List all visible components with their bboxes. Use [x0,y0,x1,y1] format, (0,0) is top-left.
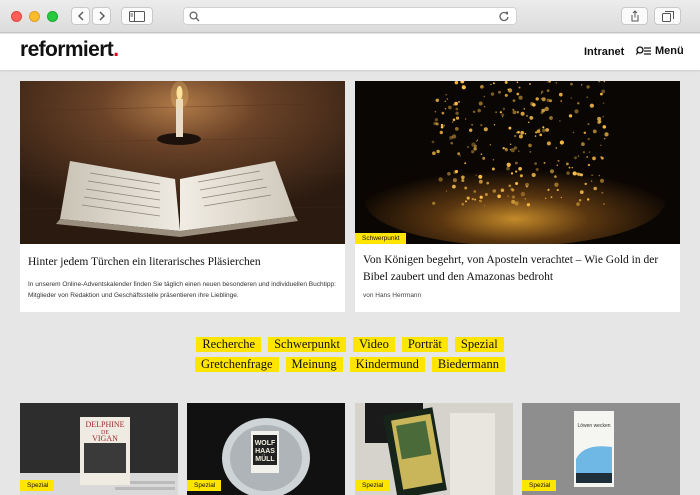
category-chip-gretchenfrage[interactable]: Gretchenfrage [195,357,279,372]
zoom-window-button[interactable] [47,11,58,22]
featured-article-card[interactable]: Hinter jedem Türchen ein literarisches P… [20,81,345,312]
tabs-overview-button[interactable] [654,7,681,25]
nav-menu-button[interactable]: Menü [636,45,684,57]
article-title[interactable]: Von Königen begehrt, von Aposteln verach… [363,252,670,285]
article-thumbnail[interactable]: Löwen wecken Spezial [522,403,680,495]
category-tag[interactable]: Spezial [355,480,390,491]
nav-intranet-link[interactable]: Intranet [584,46,624,58]
article-author: von Hans Herrmann [363,292,422,299]
tabs-icon [661,10,674,22]
share-button[interactable] [621,7,648,25]
book-title-line: MÜLL [255,454,275,463]
forward-button[interactable] [92,7,111,25]
article-thumbnail[interactable]: Spezial [355,403,513,495]
browser-toolbar [0,0,700,33]
article-teaser: In unserem Online-Adventskalender finden… [28,281,336,300]
article-image: Schwerpunkt [355,81,680,244]
article-thumbnail[interactable]: WOLF HAAS MÜLL Spezial [187,403,345,495]
article-title[interactable]: Hinter jedem Türchen ein literarisches P… [28,254,335,271]
menu-label: Menü [655,45,684,57]
category-chip-spezial[interactable]: Spezial [454,337,504,352]
article-image [20,81,345,244]
search-menu-icon [636,45,651,55]
featured-article-card[interactable]: Schwerpunkt Von Königen begehrt, von Apo… [355,81,680,312]
category-chip-biedermann[interactable]: Biedermann [431,357,505,372]
site-header: reformiert. Intranet Menü [0,34,700,70]
share-icon [631,10,638,22]
sidebar-toggle-button[interactable] [121,7,153,25]
book-title-line: DELPHINE [85,420,124,429]
category-chip-portraet[interactable]: Porträt [401,337,448,352]
category-chips-row-2: Gretchenfrage Meinung Kindermund Biederm… [0,357,700,372]
category-tag[interactable]: Spezial [20,480,55,491]
category-tag[interactable]: Schwerpunkt [355,233,406,244]
category-chip-schwerpunkt[interactable]: Schwerpunkt [268,337,347,352]
book-title-line: Löwen wecken [577,423,610,429]
back-button[interactable] [71,7,90,25]
category-chip-meinung[interactable]: Meinung [285,357,343,372]
book-title-line: VIGAN [92,434,118,443]
address-bar[interactable] [183,7,517,25]
sidebar-icon [129,10,145,22]
article-thumbnail[interactable]: DELPHINE DE VIGAN Spezial [20,403,178,495]
minimize-window-button[interactable] [29,11,40,22]
category-chips-row-1: Recherche Schwerpunkt Video Porträt Spez… [0,337,700,352]
site-logo[interactable]: reformiert. [20,38,119,62]
book-title-line: WOLF [255,440,276,447]
book-title-line: HAAS [255,448,275,455]
category-chip-video[interactable]: Video [353,337,395,352]
category-tag[interactable]: Spezial [522,480,557,491]
category-chip-kindermund[interactable]: Kindermund [349,357,425,372]
chevron-left-icon [77,11,83,21]
category-chip-recherche[interactable]: Recherche [196,337,262,352]
chevron-right-icon [99,11,105,21]
close-window-button[interactable] [11,11,22,22]
category-tag[interactable]: Spezial [187,480,222,491]
search-icon [189,11,200,22]
reload-icon[interactable] [498,10,510,22]
